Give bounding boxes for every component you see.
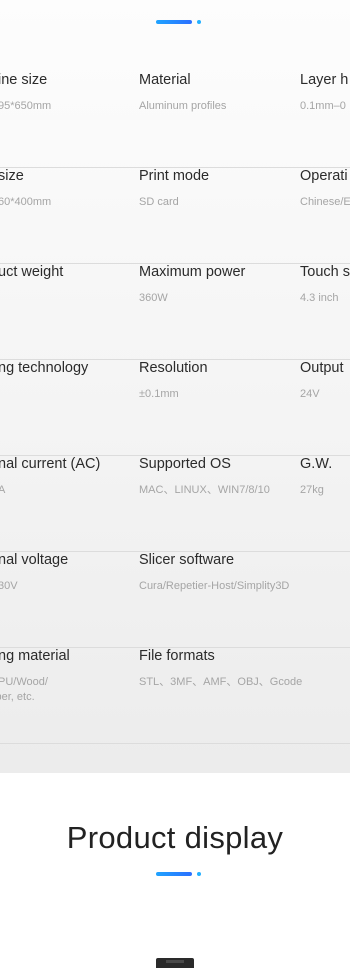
spec-value: 95*650mm <box>0 100 52 112</box>
spec-value: Aluminum profiles <box>139 100 227 112</box>
specifications-section: ine size 95*650mm Material Aluminum profile… <box>0 0 350 773</box>
product-image-peek <box>156 958 194 968</box>
spec-row: nal current (AC) A Supported OS MAC、LINUX、W… <box>0 456 350 552</box>
spec-value: MAC、LINUX、WIN7/8/10 <box>139 484 270 496</box>
underline-dot <box>197 872 201 876</box>
spec-value: Chinese/E <box>300 196 350 208</box>
spec-row: nal voltage 30V Slicer software Cura/Repeti… <box>0 552 350 648</box>
spec-value: PU/Wood/ <box>0 676 48 688</box>
spec-value: A <box>0 484 6 496</box>
spec-label: Material <box>139 72 191 88</box>
spec-row: ine size 95*650mm Material Aluminum profile… <box>0 72 350 168</box>
underline-bar <box>156 872 192 876</box>
spec-row: size 60*400mm Print mode SD card Operati Chin… <box>0 168 350 264</box>
spec-label: Supported OS <box>139 456 231 472</box>
spec-value: Cura/Repetier-Host/Simplity3D <box>139 580 290 592</box>
row-divider <box>0 743 350 744</box>
spec-label: Print mode <box>139 168 210 184</box>
spec-label: ine size <box>0 72 48 88</box>
spec-value: 60*400mm <box>0 196 52 208</box>
spec-label: Layer h <box>300 72 349 88</box>
section-title-fragment <box>156 0 180 4</box>
spec-label: nal current (AC) <box>0 456 101 472</box>
spec-label: Touch s <box>300 264 350 280</box>
spec-label: ng technology <box>0 360 89 376</box>
spec-value: 360W <box>139 292 168 304</box>
spec-label: G.W. <box>300 456 333 472</box>
spec-value-line2: fiber, etc. <box>0 691 35 703</box>
spec-row: ng technology Resolution ±0.1mm Output 24V <box>0 360 350 456</box>
spec-label: File formats <box>139 648 215 664</box>
spec-label: uct weight <box>0 264 64 280</box>
spec-label: size <box>0 168 24 184</box>
spec-value: 27kg <box>300 484 324 496</box>
spec-value: 30V <box>0 580 18 592</box>
spec-row: ng material PU/Wood/fiber, etc. File forma… <box>0 648 350 744</box>
spec-value: ±0.1mm <box>139 388 179 400</box>
underline-bar <box>156 20 192 24</box>
spec-value: 0.1mm–0 <box>300 100 346 112</box>
product-display-title: Product display <box>66 820 284 855</box>
title-underline <box>156 20 201 24</box>
underline-dot <box>197 20 201 24</box>
spec-value: STL、3MF、AMF、OBJ、Gcode <box>139 676 303 688</box>
spec-label: Slicer software <box>139 552 235 568</box>
display-title-underline <box>156 872 201 876</box>
spec-label: Maximum power <box>139 264 246 280</box>
spec-label: ng material <box>0 648 70 664</box>
spec-label: Output <box>300 360 344 376</box>
spec-label: Resolution <box>139 360 208 376</box>
spec-value: 4.3 inch <box>300 292 339 304</box>
spec-label: nal voltage <box>0 552 69 568</box>
spec-label: Operati <box>300 168 348 184</box>
spec-value: 24V <box>300 388 320 400</box>
spec-row: uct weight Maximum power 360W Touch s 4.3 in… <box>0 264 350 360</box>
spec-value: SD card <box>139 196 179 208</box>
